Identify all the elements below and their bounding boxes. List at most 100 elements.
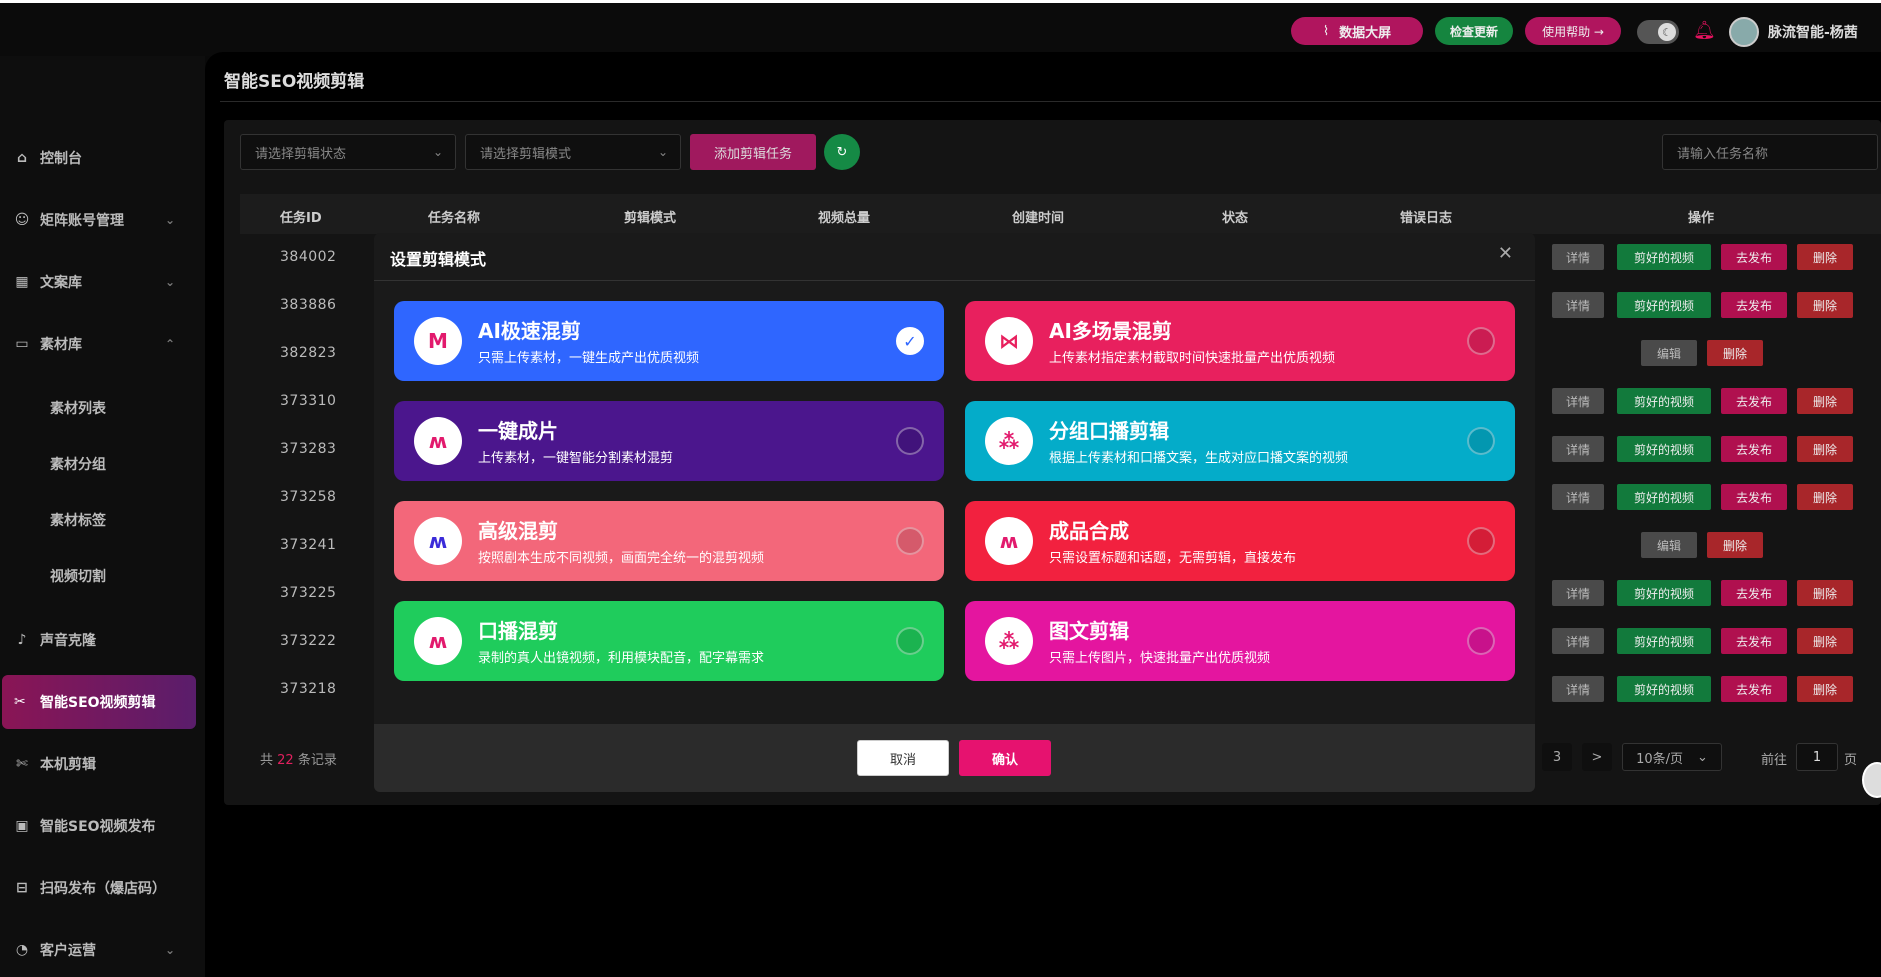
add-task-button[interactable]: 添加剪辑任务 <box>690 134 816 170</box>
radio-button[interactable] <box>896 427 924 455</box>
chart-icon: ◔ <box>15 942 29 958</box>
sidebar-item-accounts[interactable]: ☺ 矩阵账号管理 ⌄ <box>0 200 205 240</box>
total-count: 22 <box>277 753 294 768</box>
mode-logo-icon: ʍ <box>414 417 462 465</box>
sidebar-item-dashboard[interactable]: ⌂ 控制台 <box>0 138 205 178</box>
edit-button[interactable]: 编辑 <box>1641 532 1697 558</box>
mode-logo-icon: M <box>414 317 462 365</box>
delete-button[interactable]: 删除 <box>1797 628 1853 654</box>
sidebar-item-materials[interactable]: ▭ 素材库 ⌃ <box>0 324 205 364</box>
sidebar-subitem-material-groups[interactable]: 素材分组 <box>50 454 106 474</box>
help-button[interactable]: 使用帮助 → <box>1525 17 1621 45</box>
next-page-button[interactable]: > <box>1582 743 1612 771</box>
home-icon: ⌂ <box>16 150 28 166</box>
page-size-select[interactable]: 10条/页 ⌄ <box>1622 743 1722 771</box>
delete-button[interactable]: 删除 <box>1797 244 1853 270</box>
detail-button[interactable]: 详情 <box>1552 580 1604 606</box>
mode-option-card[interactable]: ⁂ 图文剪辑 只需上传图片，快速批量产出优质视频 <box>965 601 1515 681</box>
mode-option-card[interactable]: ʍ 高级混剪 按照剧本生成不同视频，画面完全统一的混剪视频 <box>394 501 944 581</box>
publish-button[interactable]: 去发布 <box>1721 292 1787 318</box>
radio-button[interactable] <box>1467 327 1495 355</box>
edited-videos-button[interactable]: 剪好的视频 <box>1617 292 1711 318</box>
delete-button[interactable]: 删除 <box>1797 388 1853 414</box>
detail-button[interactable]: 详情 <box>1552 388 1604 414</box>
radio-button[interactable] <box>1467 627 1495 655</box>
sidebar-subitem-video-cut[interactable]: 视频切割 <box>50 566 106 586</box>
checkmark-icon[interactable]: ✓ <box>896 327 924 355</box>
edited-videos-button[interactable]: 剪好的视频 <box>1617 244 1711 270</box>
task-id: 382823 <box>280 345 337 361</box>
mode-option-card[interactable]: ʍ 成品合成 只需设置标题和话题，无需剪辑，直接发布 <box>965 501 1515 581</box>
qr-icon: ⊟ <box>16 880 28 896</box>
delete-button[interactable]: 删除 <box>1797 580 1853 606</box>
sidebar-item-seo-edit[interactable]: ✂ 智能SEO视频剪辑 <box>2 675 196 729</box>
username[interactable]: 脉流智能-杨茜 <box>1768 22 1858 42</box>
delete-button[interactable]: 删除 <box>1707 532 1763 558</box>
edited-videos-button[interactable]: 剪好的视频 <box>1617 484 1711 510</box>
sidebar-item-copy-library[interactable]: ▦ 文案库 ⌄ <box>0 262 205 302</box>
delete-button[interactable]: 删除 <box>1797 292 1853 318</box>
publish-button[interactable]: 去发布 <box>1721 580 1787 606</box>
edited-videos-button[interactable]: 剪好的视频 <box>1617 436 1711 462</box>
publish-button[interactable]: 去发布 <box>1721 388 1787 414</box>
edited-videos-button[interactable]: 剪好的视频 <box>1617 676 1711 702</box>
delete-button[interactable]: 删除 <box>1797 436 1853 462</box>
edited-videos-button[interactable]: 剪好的视频 <box>1617 628 1711 654</box>
sidebar-item-seo-publish[interactable]: ▣ 智能SEO视频发布 <box>0 806 205 846</box>
column-header: 状态 <box>1222 211 1249 226</box>
detail-button[interactable]: 详情 <box>1552 484 1604 510</box>
publish-button[interactable]: 去发布 <box>1721 436 1787 462</box>
data-screen-button[interactable]: ⌇ 数据大屏 <box>1291 17 1423 45</box>
radio-button[interactable] <box>896 527 924 555</box>
delete-button[interactable]: 删除 <box>1797 676 1853 702</box>
sidebar-subitem-material-tags[interactable]: 素材标签 <box>50 510 106 530</box>
page-3-button[interactable]: 3 <box>1542 743 1572 771</box>
edit-mode-dialog: 设置剪辑模式 ✕ M AI极速混剪 只需上传素材，一键生成产出优质视频 ✓ ⋈ AI多场景… <box>374 233 1535 792</box>
radio-button[interactable] <box>1467 427 1495 455</box>
refresh-icon[interactable]: ↻ <box>824 134 860 170</box>
sidebar-item-customer-ops[interactable]: ◔ 客户运营 ⌄ <box>0 930 205 970</box>
sidebar-item-local-edit[interactable]: ✄ 本机剪辑 <box>0 744 205 784</box>
edited-videos-button[interactable]: 剪好的视频 <box>1617 580 1711 606</box>
task-id: 373283 <box>280 441 337 457</box>
chevron-down-icon: ⌄ <box>164 943 175 957</box>
mode-option-card[interactable]: ⁂ 分组口播剪辑 根据上传素材和口播文案，生成对应口播文案的视频 <box>965 401 1515 481</box>
publish-button[interactable]: 去发布 <box>1721 244 1787 270</box>
detail-button[interactable]: 详情 <box>1552 292 1604 318</box>
bell-icon[interactable]: 🔔︎ <box>1693 20 1716 41</box>
sidebar-item-qr-publish[interactable]: ⊟ 扫码发布（爆店码） <box>0 868 205 908</box>
mode-option-description: 只需上传素材，一键生成产出优质视频 <box>478 351 700 366</box>
delete-button[interactable]: 删除 <box>1797 484 1853 510</box>
sidebar-item-voice-clone[interactable]: ♪ 声音克隆 <box>0 620 205 660</box>
chevron-up-icon: ⌃ <box>164 337 175 351</box>
mode-option-card[interactable]: ʍ 口播混剪 录制的真人出镜视频，利用模块配音，配字幕需求 <box>394 601 944 681</box>
task-search-input[interactable]: 请输入任务名称 <box>1662 134 1878 170</box>
column-header: 任务名称 <box>428 211 481 226</box>
detail-button[interactable]: 详情 <box>1552 244 1604 270</box>
check-update-button[interactable]: 检查更新 <box>1435 17 1513 45</box>
cancel-button[interactable]: 取消 <box>857 740 949 776</box>
detail-button[interactable]: 详情 <box>1552 676 1604 702</box>
status-select[interactable]: 请选择剪辑状态 ⌄ <box>240 134 456 170</box>
detail-button[interactable]: 详情 <box>1552 436 1604 462</box>
detail-button[interactable]: 详情 <box>1552 628 1604 654</box>
radio-button[interactable] <box>1467 527 1495 555</box>
close-icon[interactable]: ✕ <box>1498 243 1513 264</box>
confirm-button[interactable]: 确认 <box>959 740 1051 776</box>
delete-button[interactable]: 删除 <box>1707 340 1763 366</box>
goto-label: 前往 <box>1761 753 1788 768</box>
mode-option-card[interactable]: ʍ 一键成片 上传素材，一键智能分割素材混剪 <box>394 401 944 481</box>
avatar[interactable] <box>1729 17 1759 47</box>
mode-option-card[interactable]: M AI极速混剪 只需上传素材，一键生成产出优质视频 ✓ <box>394 301 944 381</box>
edited-videos-button[interactable]: 剪好的视频 <box>1617 388 1711 414</box>
theme-toggle[interactable]: ☾ <box>1637 20 1679 44</box>
mode-option-card[interactable]: ⋈ AI多场景混剪 上传素材指定素材截取时间快速批量产出优质视频 <box>965 301 1515 381</box>
publish-button[interactable]: 去发布 <box>1721 484 1787 510</box>
radio-button[interactable] <box>896 627 924 655</box>
edit-button[interactable]: 编辑 <box>1641 340 1697 366</box>
sidebar-subitem-material-list[interactable]: 素材列表 <box>50 398 106 418</box>
publish-button[interactable]: 去发布 <box>1721 628 1787 654</box>
goto-page-input[interactable]: 1 <box>1796 743 1838 771</box>
mode-select[interactable]: 请选择剪辑模式 ⌄ <box>465 134 681 170</box>
publish-button[interactable]: 去发布 <box>1721 676 1787 702</box>
